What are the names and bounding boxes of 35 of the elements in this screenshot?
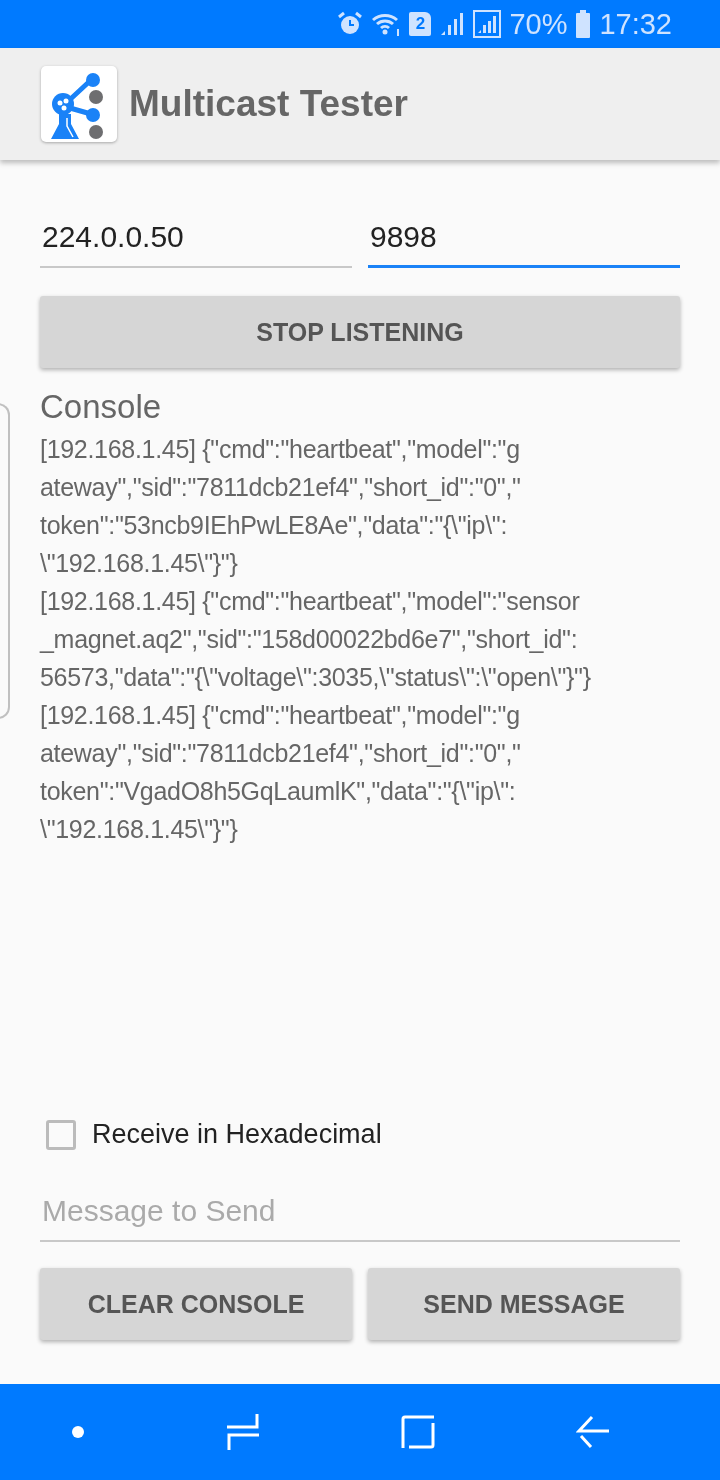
console-line: 56573,"data":"{\"voltage\":3035,\"status\":\"open\"}"} [40,662,592,693]
console-title: Console [40,388,163,426]
address-field[interactable]: 224.0.0.50 [40,212,352,268]
app-logo-icon [41,66,117,142]
send-message-button[interactable]: SEND MESSAGE [368,1268,680,1340]
recent-apps-icon[interactable] [225,1413,260,1451]
console-line: ateway","sid":"7811dcb21ef4","short_id":"0"," [40,738,522,769]
clock-time: 17:32 [599,7,672,41]
signal-icon [473,10,502,38]
clear-console-button[interactable]: CLEAR CONSOLE [40,1268,352,1340]
console-line: token":"VgadO8h5GqLaumlK","data":"{\"ip\": [40,776,517,807]
home-icon[interactable] [400,1415,435,1449]
battery-percent: 70% [509,7,568,41]
port-field[interactable]: 9898 [368,212,680,268]
checkbox-label: Receive in Hexadecimal [92,1119,382,1150]
dot-icon[interactable] [70,1425,85,1439]
wifi-icon [371,11,402,37]
console-line: [192.168.1.45] {"cmd":"heartbeat","model":"sensor [40,586,581,617]
app-title: Multicast Tester [129,83,408,125]
checkbox[interactable] [46,1119,76,1150]
stop-listening-button[interactable]: STOP LISTENING [40,296,680,368]
console-line: token":"53ncb9IEhPwLE8Ae","data":"{\"ip\": [40,510,509,541]
console-line: [192.168.1.45] {"cmd":"heartbeat","model":"g [40,700,521,731]
console-line: [192.168.1.45] {"cmd":"heartbeat","model":"g [40,434,521,465]
message-field[interactable]: Message to Send [40,1186,680,1242]
edge-panel-handle[interactable] [0,403,10,719]
back-icon[interactable] [575,1415,610,1449]
sim-badge: 2 [409,12,432,36]
console-line: ateway","sid":"7811dcb21ef4","short_id":"0"," [40,472,522,503]
signal-icon [439,11,466,37]
console-line: \"192.168.1.45\"}"} [40,548,239,579]
battery-icon [575,10,592,38]
console-line: \"192.168.1.45\"}"} [40,814,239,845]
console-line: _magnet.aq2","sid":"158d00022bd6e7","short_id": [40,624,579,655]
alarm-icon [337,11,364,37]
